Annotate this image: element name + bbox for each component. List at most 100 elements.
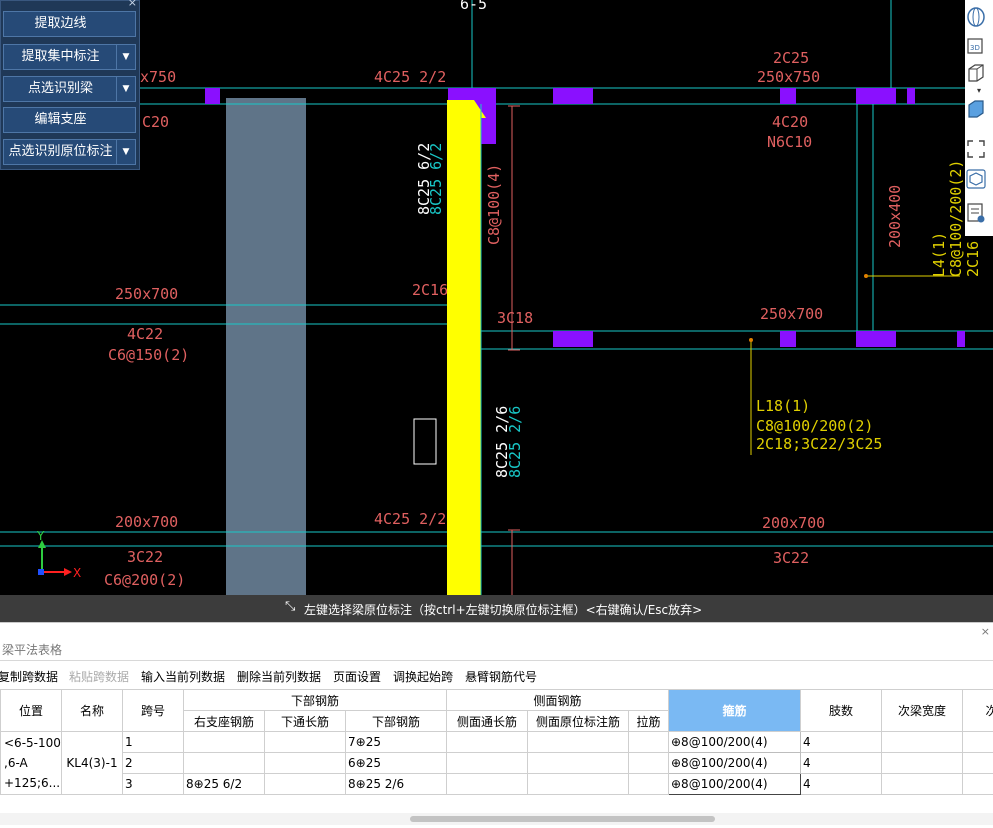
- dim-label: x750: [140, 68, 176, 86]
- side-inplace-cell[interactable]: [528, 753, 629, 774]
- dropdown-arrow-icon[interactable]: ▼: [116, 77, 135, 101]
- rebar-label: 2C16: [412, 281, 448, 299]
- table-row[interactable]: 3 8⊕25 6/2 8⊕25 2/6 ⊕8@100/200(4) 4: [1, 774, 993, 795]
- swap-start-span-button[interactable]: 调换起始跨: [393, 668, 453, 685]
- header-tie-rebar[interactable]: 拉筋: [629, 711, 669, 732]
- header-side-through-rebar[interactable]: 侧面通长筋: [447, 711, 528, 732]
- display-settings-icon[interactable]: [965, 168, 987, 190]
- top-view-icon[interactable]: [965, 98, 987, 120]
- shrink-arrows-icon: ⤡: [285, 599, 295, 614]
- bottom-rebar-cell[interactable]: 8⊕25 2/6: [346, 774, 447, 795]
- stirrup-cell-selected[interactable]: ⊕8@100/200(4): [669, 774, 801, 795]
- bottom-rebar-cell[interactable]: 6⊕25: [346, 753, 447, 774]
- span-cell[interactable]: 2: [123, 753, 184, 774]
- header-position[interactable]: 位置: [1, 690, 62, 732]
- close-icon[interactable]: ×: [128, 0, 137, 9]
- side-through-cell[interactable]: [447, 774, 528, 795]
- 3d-view-icon[interactable]: 3D: [965, 34, 987, 56]
- copy-span-data-button[interactable]: 复制跨数据: [0, 668, 58, 685]
- header-stirrup[interactable]: 箍筋: [669, 690, 801, 732]
- table-row[interactable]: 2 6⊕25 ⊕8@100/200(4) 4: [1, 753, 993, 774]
- edit-support-button[interactable]: 编辑支座: [3, 107, 136, 133]
- paste-span-data-button[interactable]: 粘贴跨数据: [69, 668, 129, 685]
- rebar-label: 4C22: [127, 325, 163, 343]
- highlighted-beam[interactable]: [447, 118, 481, 622]
- header-right-support-rebar[interactable]: 右支座钢筋: [184, 711, 265, 732]
- header-span[interactable]: 跨号: [123, 690, 184, 732]
- dynamic-view-icon[interactable]: [965, 6, 987, 28]
- header-bottom-through-rebar[interactable]: 下通长筋: [265, 711, 346, 732]
- scrollbar-thumb[interactable]: [410, 816, 715, 822]
- header-secondary-beam-width[interactable]: 次梁宽度: [882, 690, 963, 732]
- header-legs[interactable]: 肢数: [801, 690, 882, 732]
- side-inplace-cell[interactable]: [528, 732, 629, 753]
- right-support-cell[interactable]: 8⊕25 6/2: [184, 774, 265, 795]
- right-support-cell[interactable]: [184, 732, 265, 753]
- dropdown-arrow-icon[interactable]: ▼: [116, 45, 135, 69]
- bottom-through-cell[interactable]: [265, 774, 346, 795]
- rebar-label: C20: [142, 113, 169, 131]
- beam-label: 2C16: [964, 241, 982, 277]
- extract-centralized-annotation-button[interactable]: 提取集中标注 ▼: [3, 44, 136, 70]
- header-bottom-rebar-group[interactable]: 下部钢筋: [184, 690, 447, 711]
- beam-label: 2C18;3C22/3C25: [756, 435, 882, 453]
- bottom-rebar-cell[interactable]: 7⊕25: [346, 732, 447, 753]
- side-inplace-cell[interactable]: [528, 774, 629, 795]
- span-cell[interactable]: 3: [123, 774, 184, 795]
- position-line: +125;6...: [4, 773, 59, 793]
- secondary-truncated-cell[interactable]: [963, 753, 993, 774]
- input-column-data-button[interactable]: 输入当前列数据: [141, 668, 225, 685]
- right-support-cell[interactable]: [184, 753, 265, 774]
- bottom-through-cell[interactable]: [265, 753, 346, 774]
- legs-cell[interactable]: 4: [801, 753, 882, 774]
- tie-cell[interactable]: [629, 732, 669, 753]
- selected-beam-overlay: [226, 98, 306, 622]
- delete-column-data-button[interactable]: 删除当前列数据: [237, 668, 321, 685]
- fullscreen-icon[interactable]: [965, 138, 987, 160]
- span-cell[interactable]: 1: [123, 732, 184, 753]
- side-through-cell[interactable]: [447, 732, 528, 753]
- secondary-truncated-cell[interactable]: [963, 774, 993, 795]
- horizontal-scrollbar[interactable]: [0, 813, 993, 825]
- view-dropdown-icon[interactable]: ▾: [968, 86, 990, 94]
- svg-text:3D: 3D: [970, 44, 980, 52]
- beam-name-cell[interactable]: KL4(3)-1: [62, 732, 123, 795]
- table-row[interactable]: <6-5-100 ,6-A +125;6... KL4(3)-1 1 7⊕25 …: [1, 732, 993, 753]
- pick-recognize-beam-button[interactable]: 点选识别梁 ▼: [3, 76, 136, 102]
- stirrup-cell[interactable]: ⊕8@100/200(4): [669, 753, 801, 774]
- secondary-width-cell[interactable]: [882, 732, 963, 753]
- header-name[interactable]: 名称: [62, 690, 123, 732]
- header-side-rebar-group[interactable]: 侧面钢筋: [447, 690, 669, 711]
- position-cell[interactable]: <6-5-100 ,6-A +125;6...: [1, 732, 62, 795]
- legs-cell[interactable]: 4: [801, 774, 882, 795]
- properties-list-icon[interactable]: [965, 202, 987, 224]
- stirrup-cell[interactable]: ⊕8@100/200(4): [669, 732, 801, 753]
- drawing-svg: x750 4C25 2/2 2C25 250x750 C20 4C20 N6C1…: [0, 0, 993, 622]
- dropdown-arrow-icon[interactable]: ▼: [116, 140, 135, 164]
- panel-title: 梁平法表格: [2, 641, 62, 658]
- page-setup-button[interactable]: 页面设置: [333, 668, 381, 685]
- button-label: 编辑支座: [4, 108, 117, 132]
- tie-cell[interactable]: [629, 753, 669, 774]
- tie-cell[interactable]: [629, 774, 669, 795]
- side-through-cell[interactable]: [447, 753, 528, 774]
- bottom-through-cell[interactable]: [265, 732, 346, 753]
- cube-view-icon[interactable]: [965, 62, 987, 84]
- pick-recognize-inplace-annotation-button[interactable]: 点选识别原位标注 ▼: [3, 139, 136, 165]
- close-icon[interactable]: ×: [981, 625, 990, 638]
- cad-canvas[interactable]: x750 4C25 2/2 2C25 250x750 C20 4C20 N6C1…: [0, 0, 993, 622]
- header-secondary-truncated[interactable]: 次: [963, 690, 993, 732]
- secondary-width-cell[interactable]: [882, 753, 963, 774]
- extract-edges-button[interactable]: 提取边线: [3, 11, 136, 37]
- legs-cell[interactable]: 4: [801, 732, 882, 753]
- position-line: ,6-A: [4, 753, 59, 773]
- recognition-tool-panel: × 提取边线 提取集中标注 ▼ 点选识别梁 ▼ 编辑支座 点选识别原位标注 ▼: [0, 0, 140, 170]
- secondary-truncated-cell[interactable]: [963, 732, 993, 753]
- status-bar: ⤡ 左键选择梁原位标注（按ctrl+左键切换原位标注框）<右键确认/Esc放弃>: [0, 595, 993, 622]
- header-side-inplace-rebar[interactable]: 侧面原位标注筋: [528, 711, 629, 732]
- header-bottom-rebar[interactable]: 下部钢筋: [346, 711, 447, 732]
- cantilever-rebar-code-button[interactable]: 悬臂钢筋代号: [465, 668, 537, 685]
- rebar-label: 4C25 2/2: [374, 510, 446, 528]
- rebar-label: 4C25 2/2: [374, 68, 446, 86]
- secondary-width-cell[interactable]: [882, 774, 963, 795]
